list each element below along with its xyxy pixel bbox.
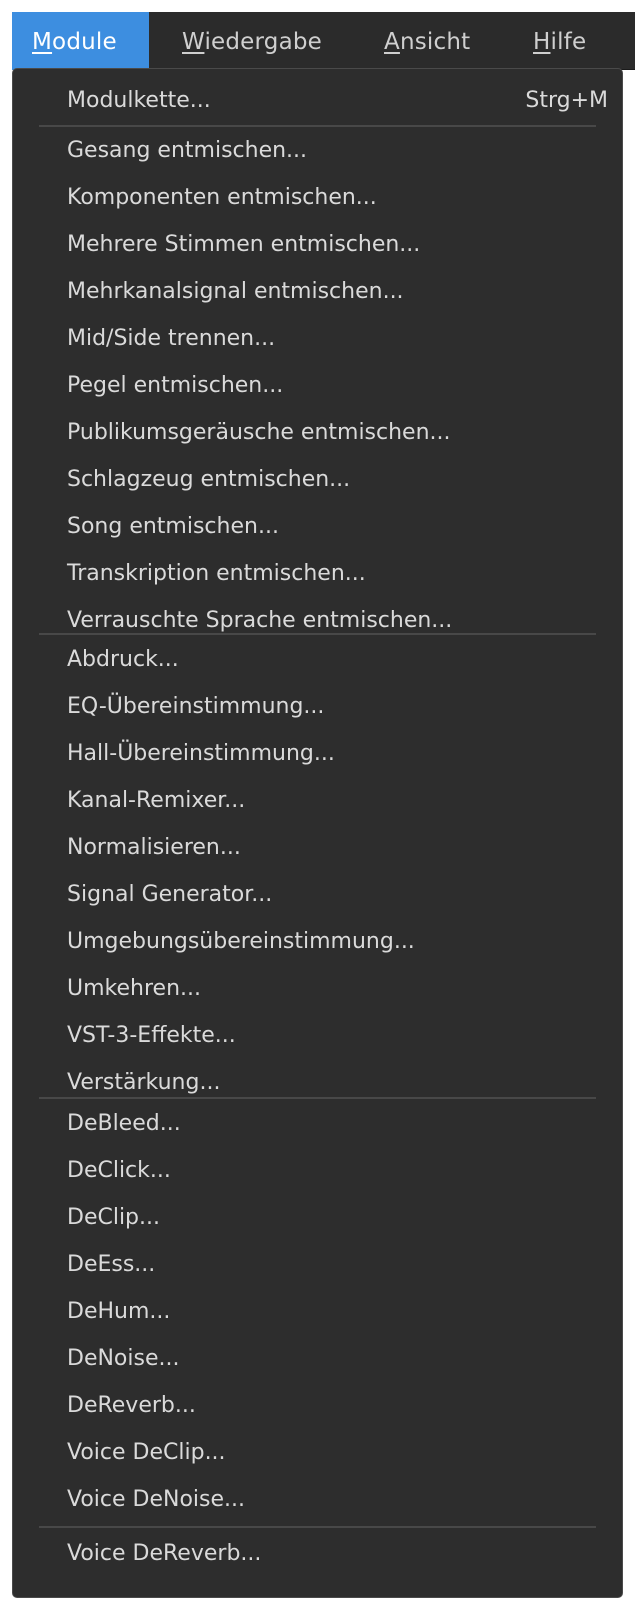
menu-item-mehrkanalsignal-entmischen[interactable]: Mehrkanalsignal entmischen...	[13, 269, 622, 315]
menu-item-label: Schlagzeug entmischen...	[67, 467, 351, 492]
menu-item-gesang-entmischen[interactable]: Gesang entmischen...	[13, 128, 622, 174]
menu-item-label: DeHum...	[67, 1299, 171, 1324]
menu-hilfe[interactable]: Hilfe	[533, 12, 586, 70]
menu-item-modulkette[interactable]: Modulkette... Strg+M	[13, 78, 622, 124]
menu-item-abdruck[interactable]: Abdruck...	[13, 637, 622, 683]
menu-item-denoise[interactable]: DeNoise...	[13, 1336, 622, 1382]
menu-item-voice-denoise[interactable]: Voice DeNoise...	[13, 1477, 622, 1523]
menu-item-dehum[interactable]: DeHum...	[13, 1289, 622, 1335]
menu-item-transkription-entmischen[interactable]: Transkription entmischen...	[13, 551, 622, 597]
menu-module[interactable]: Module	[12, 12, 149, 70]
menu-ansicht-label: nsicht	[399, 29, 471, 55]
menu-item-label: Umgebungsübereinstimmung...	[67, 929, 415, 954]
menu-hilfe-mnemonic: H	[533, 29, 551, 55]
menu-item-label: EQ-Übereinstimmung...	[67, 694, 325, 719]
menu-item-label: Kanal-Remixer...	[67, 788, 246, 813]
menu-item-verstaerkung[interactable]: Verstärkung...	[13, 1060, 622, 1106]
menu-item-signal-generator[interactable]: Signal Generator...	[13, 872, 622, 918]
menu-wiedergabe-mnemonic: W	[182, 29, 205, 55]
menu-item-label: Komponenten entmischen...	[67, 185, 377, 210]
menu-item-hall-uebereinstimmung[interactable]: Hall-Übereinstimmung...	[13, 731, 622, 777]
menu-item-komponenten-entmischen[interactable]: Komponenten entmischen...	[13, 175, 622, 221]
menu-item-label: DeClip...	[67, 1205, 161, 1230]
menu-item-label: Verstärkung...	[67, 1070, 221, 1095]
menu-item-dereverb[interactable]: DeReverb...	[13, 1383, 622, 1429]
module-dropdown-menu: Modulkette... Strg+M Gesang entmischen..…	[12, 68, 623, 1598]
menu-separator	[39, 125, 596, 127]
menu-separator	[39, 1526, 596, 1528]
menu-ansicht[interactable]: Ansicht	[384, 12, 470, 70]
menu-item-song-entmischen[interactable]: Song entmischen...	[13, 504, 622, 550]
menu-item-declip[interactable]: DeClip...	[13, 1195, 622, 1241]
menu-item-declick[interactable]: DeClick...	[13, 1148, 622, 1194]
menu-item-debleed[interactable]: DeBleed...	[13, 1101, 622, 1147]
menu-item-label: Normalisieren...	[67, 835, 241, 860]
menu-item-label: DeBleed...	[67, 1111, 181, 1136]
menu-item-label: Mehrere Stimmen entmischen...	[67, 232, 421, 257]
menu-separator	[39, 1097, 596, 1099]
menu-item-label: Mehrkanalsignal entmischen...	[67, 279, 404, 304]
menu-item-shortcut: Strg+M	[525, 88, 608, 113]
menu-item-voice-dereverb[interactable]: Voice DeReverb...	[13, 1531, 622, 1577]
menu-item-label: Pegel entmischen...	[67, 373, 284, 398]
menu-item-publikumsgeraeusche-entmischen[interactable]: Publikumsgeräusche entmischen...	[13, 410, 622, 456]
menu-hilfe-label: ilfe	[550, 29, 587, 55]
menu-item-label: DeEss...	[67, 1252, 156, 1277]
menu-module-mnemonic: M	[32, 29, 53, 55]
menu-item-label: Publikumsgeräusche entmischen...	[67, 420, 451, 445]
menu-item-label: DeNoise...	[67, 1346, 180, 1371]
menu-item-label: Transkription entmischen...	[67, 561, 366, 586]
menu-item-label: Voice DeNoise...	[67, 1487, 246, 1512]
menu-bar: Module Wiedergabe Ansicht Hilfe	[12, 12, 635, 70]
menu-item-umkehren[interactable]: Umkehren...	[13, 966, 622, 1012]
menu-item-label: Voice DeClip...	[67, 1440, 226, 1465]
menu-item-mehrere-stimmen-entmischen[interactable]: Mehrere Stimmen entmischen...	[13, 222, 622, 268]
menu-item-deess[interactable]: DeEss...	[13, 1242, 622, 1288]
menu-item-label: DeClick...	[67, 1158, 171, 1183]
menu-item-label: DeReverb...	[67, 1393, 196, 1418]
menu-item-normalisieren[interactable]: Normalisieren...	[13, 825, 622, 871]
menu-item-label: Mid/Side trennen...	[67, 326, 276, 351]
menu-item-eq-uebereinstimmung[interactable]: EQ-Übereinstimmung...	[13, 684, 622, 730]
menu-item-vst3-effekte[interactable]: VST-3-Effekte...	[13, 1013, 622, 1059]
menu-item-label: Signal Generator...	[67, 882, 273, 907]
menu-module-label: odule	[52, 29, 117, 55]
menu-item-label: Hall-Übereinstimmung...	[67, 741, 335, 766]
menu-item-label: Abdruck...	[67, 647, 179, 672]
menu-item-pegel-entmischen[interactable]: Pegel entmischen...	[13, 363, 622, 409]
menu-item-mid-side-trennen[interactable]: Mid/Side trennen...	[13, 316, 622, 362]
menu-item-voice-declip[interactable]: Voice DeClip...	[13, 1430, 622, 1476]
menu-item-kanal-remixer[interactable]: Kanal-Remixer...	[13, 778, 622, 824]
menu-item-label: Verrauschte Sprache entmischen...	[67, 608, 453, 633]
menu-ansicht-mnemonic: A	[384, 29, 400, 55]
menu-item-label: Song entmischen...	[67, 514, 279, 539]
menu-item-umgebungsuebereinstimmung[interactable]: Umgebungsübereinstimmung...	[13, 919, 622, 965]
menu-item-label: VST-3-Effekte...	[67, 1023, 236, 1048]
menu-separator	[39, 633, 596, 635]
menu-item-label: Umkehren...	[67, 976, 201, 1001]
menu-item-label: Gesang entmischen...	[67, 138, 308, 163]
menu-wiedergabe[interactable]: Wiedergabe	[182, 12, 322, 70]
menu-item-label: Voice DeReverb...	[67, 1541, 262, 1566]
menu-wiedergabe-label: iedergabe	[204, 29, 323, 55]
menu-item-label: Modulkette...	[67, 88, 211, 113]
menu-item-schlagzeug-entmischen[interactable]: Schlagzeug entmischen...	[13, 457, 622, 503]
